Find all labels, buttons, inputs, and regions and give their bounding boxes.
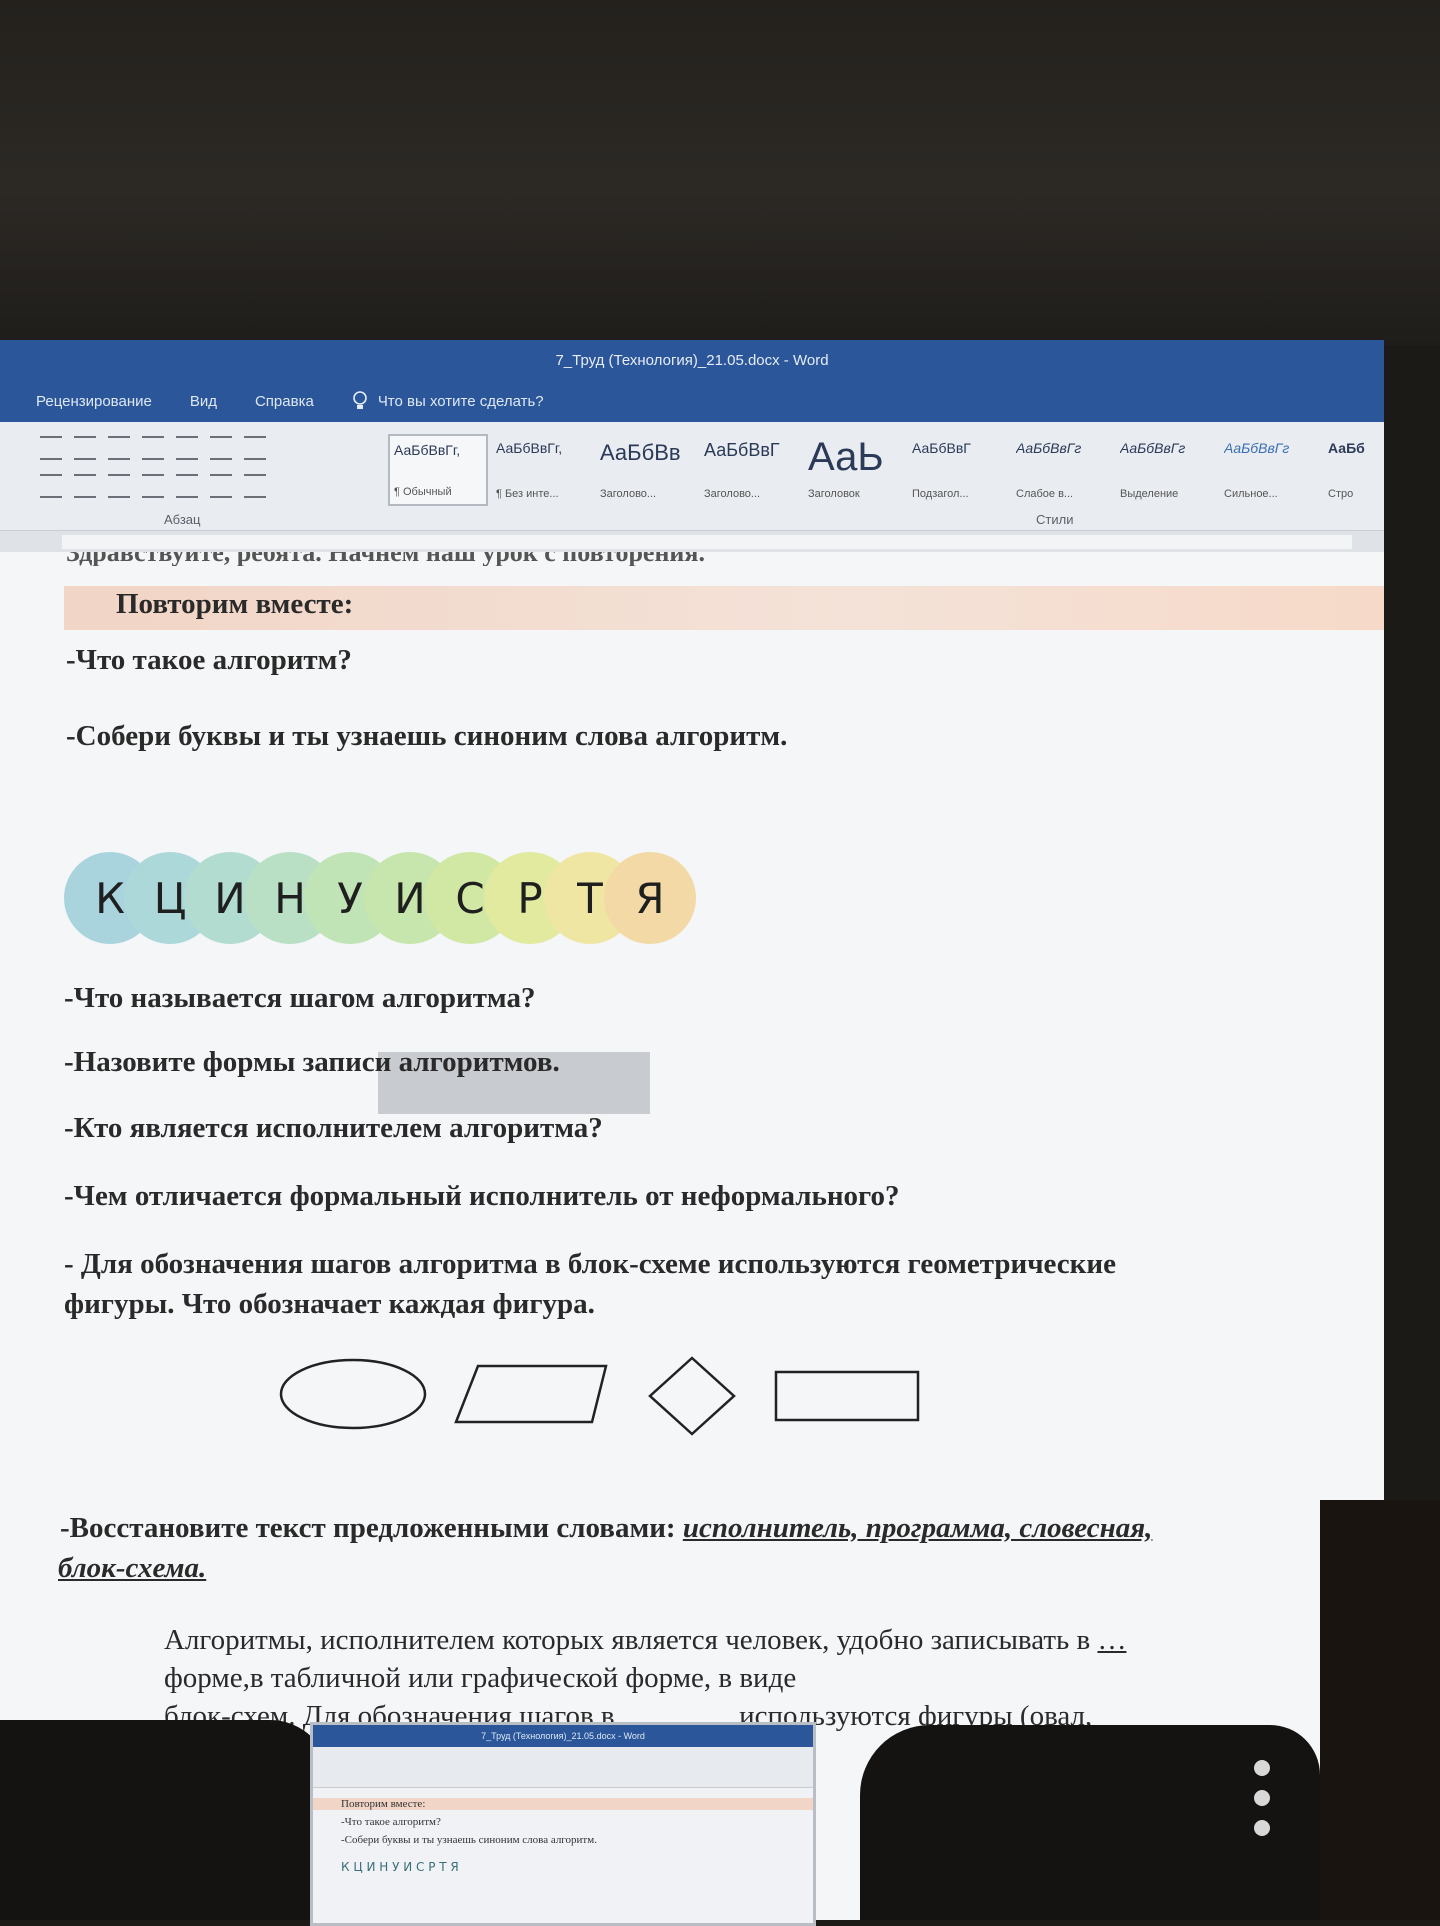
question-collect-letters: -Собери буквы и ты узнаешь синоним слова… bbox=[66, 720, 788, 752]
question-algorithm-executor: -Кто является исполнителем алгоритма? bbox=[64, 1112, 603, 1144]
style-subtle-emphasis[interactable]: АаБбВвГг Слабое в... bbox=[1012, 434, 1112, 506]
thumbnail-heading: Повторим вместе: bbox=[313, 1798, 813, 1810]
thumbnail-ribbon bbox=[313, 1747, 813, 1788]
lightbulb-icon bbox=[353, 391, 367, 409]
heading-repeat-together: Повторим вместе: bbox=[116, 588, 354, 620]
numbering-icon[interactable] bbox=[74, 436, 96, 460]
cut-off-line: Здравствуйте, ребята. Начнем наш урок с … bbox=[66, 552, 705, 566]
style-intense-emphasis[interactable]: АаБбВвГг Сильное... bbox=[1220, 434, 1320, 506]
styles-gallery: АаБбВвГг, ¶ Обычный АаБбВвГг, ¶ Без инте… bbox=[388, 434, 1384, 506]
screenshot-thumbnail[interactable]: 7_Труд (Технология)_21.05.docx - Word По… bbox=[310, 1722, 816, 1926]
paragraph-line1: Алгоритмы, исполнителем которых является… bbox=[164, 1624, 1127, 1656]
question-shapes-line1: - Для обозначения шагов алгоритма в блок… bbox=[64, 1248, 1116, 1280]
paragraph-group-label: Абзац bbox=[164, 512, 201, 527]
window-title: 7_Труд (Технология)_21.05.docx - Word bbox=[555, 351, 829, 369]
diamond-shape bbox=[648, 1356, 736, 1436]
restore-words-line2: блок-схема. bbox=[58, 1552, 207, 1584]
rectangle-shape bbox=[774, 1370, 920, 1422]
styles-group-label: Стили bbox=[1036, 512, 1074, 527]
tell-me-box[interactable]: Что вы хотите сделать? bbox=[352, 391, 544, 411]
style-heading-1[interactable]: АаБбВв Заголово... bbox=[596, 434, 696, 506]
decrease-indent-icon[interactable] bbox=[142, 436, 164, 460]
bullets-icon[interactable] bbox=[40, 436, 62, 460]
tell-me-text: Что вы хотите сделать? bbox=[377, 392, 544, 410]
ribbon: Абзац АаБбВвГг, ¶ Обычный АаБбВвГг, ¶ Бе… bbox=[0, 422, 1384, 531]
align-left-icon[interactable] bbox=[40, 474, 62, 498]
question-shapes-line2: фигуры. Что обозначает каждая фигура. bbox=[64, 1288, 595, 1320]
sort-icon[interactable] bbox=[210, 436, 232, 460]
style-title[interactable]: АаЬ Заголовок bbox=[804, 434, 904, 506]
style-subtitle[interactable]: АаБбВвГ Подзагол... bbox=[908, 434, 1008, 506]
style-strong[interactable]: АаБб Стро bbox=[1324, 434, 1384, 506]
title-bar: 7_Труд (Технология)_21.05.docx - Word bbox=[0, 340, 1384, 380]
paragraph-line2: форме,в табличной или графической форме,… bbox=[164, 1662, 797, 1694]
restore-words: исполнитель, программа, словесная, bbox=[682, 1512, 1153, 1544]
align-right-icon[interactable] bbox=[108, 474, 130, 498]
question-forms-of-algorithms: -Назовите формы записи алгоритмов. bbox=[64, 1046, 560, 1078]
device-edge bbox=[1320, 1500, 1440, 1920]
flowchart-shapes bbox=[279, 1356, 920, 1436]
thumbnail-q2: -Собери буквы и ты узнаешь синоним слова… bbox=[341, 1834, 597, 1846]
style-heading-2[interactable]: АаБбВвГ Заголово... bbox=[700, 434, 800, 506]
shading-icon[interactable] bbox=[210, 474, 232, 498]
parallelogram-shape bbox=[454, 1364, 608, 1424]
restore-prefix: -Восстановите текст предложенными словам… bbox=[60, 1512, 683, 1544]
more-options-icon[interactable] bbox=[1248, 1760, 1276, 1860]
menu-review[interactable]: Рецензирование bbox=[36, 393, 152, 410]
letter-circles: К Ц И Н У И С Р Т Я bbox=[64, 852, 696, 946]
menu-view[interactable]: Вид bbox=[190, 393, 217, 410]
question-what-is-algorithm: -Что такое алгоритм? bbox=[66, 644, 352, 676]
horizontal-ruler[interactable] bbox=[0, 531, 1384, 554]
menu-bar: Рецензирование Вид Справка Что вы хотите… bbox=[0, 380, 1384, 422]
line-spacing-icon[interactable] bbox=[176, 474, 198, 498]
paragraph-group bbox=[40, 436, 370, 530]
thumbnail-letters: К Ц И Н У И С Р Т Я bbox=[341, 1860, 459, 1874]
pilcrow-icon[interactable] bbox=[244, 436, 266, 460]
style-normal[interactable]: АаБбВвГг, ¶ Обычный bbox=[388, 434, 488, 506]
thumbnail-q1: -Что такое алгоритм? bbox=[341, 1816, 441, 1828]
style-no-spacing[interactable]: АаБбВвГг, ¶ Без инте... bbox=[492, 434, 592, 506]
question-formal-executor: -Чем отличается формальный исполнитель о… bbox=[64, 1180, 900, 1212]
increase-indent-icon[interactable] bbox=[176, 436, 198, 460]
thumbnail-title: 7_Труд (Технология)_21.05.docx - Word bbox=[313, 1725, 813, 1747]
multilevel-list-icon[interactable] bbox=[108, 436, 130, 460]
question-algorithm-step: -Что называется шагом алгоритма? bbox=[64, 982, 536, 1014]
oval-shape bbox=[279, 1358, 427, 1430]
blank-1: … bbox=[1097, 1624, 1127, 1656]
borders-icon[interactable] bbox=[244, 474, 266, 498]
word-window: 7_Труд (Технология)_21.05.docx - Word Ре… bbox=[0, 340, 1384, 1920]
align-center-icon[interactable] bbox=[74, 474, 96, 498]
justify-icon[interactable] bbox=[142, 474, 164, 498]
background-room bbox=[0, 0, 1440, 345]
style-emphasis[interactable]: АаБбВвГг Выделение bbox=[1116, 434, 1216, 506]
finger-left bbox=[0, 1720, 330, 1920]
restore-text-task: -Восстановите текст предложенными словам… bbox=[60, 1512, 1152, 1545]
menu-help[interactable]: Справка bbox=[255, 393, 314, 410]
letter-circle: Я bbox=[604, 852, 696, 944]
document-page[interactable]: Здравствуйте, ребята. Начнем наш урок с … bbox=[0, 552, 1384, 1920]
